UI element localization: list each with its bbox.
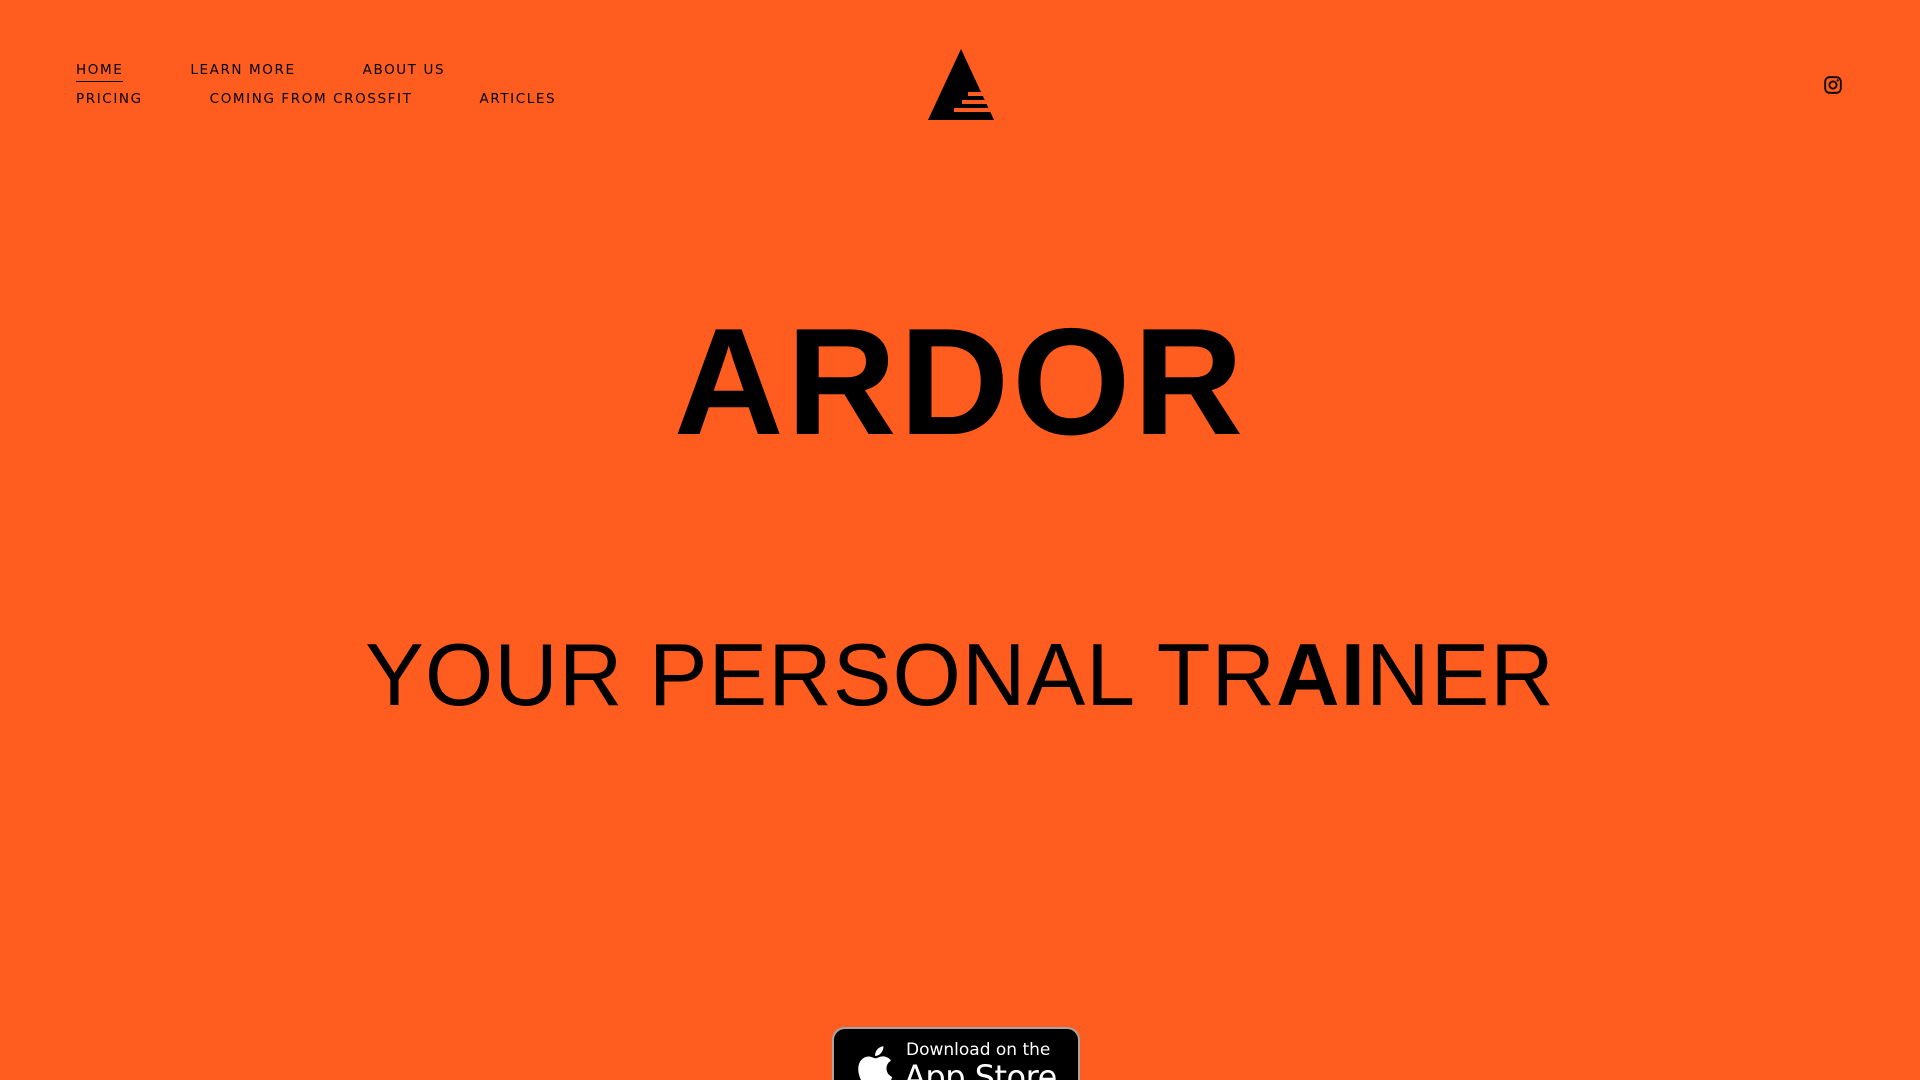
hero-title: ARDOR	[673, 297, 1247, 467]
tagline-ai-highlight: AI	[1276, 625, 1367, 724]
main-nav: HOME LEARN MORE ABOUT US PRICING COMING …	[76, 62, 636, 110]
stepped-triangle-logo-icon[interactable]	[928, 49, 994, 121]
nav-item-pricing[interactable]: PRICING	[76, 91, 143, 110]
instagram-icon[interactable]	[1824, 76, 1842, 94]
nav-item-home[interactable]: HOME	[76, 62, 124, 82]
nav-item-learn-more[interactable]: LEARN MORE	[190, 62, 295, 82]
app-store-line-2: App Store	[904, 1058, 1057, 1080]
tagline-part-1: YOUR PERSONAL TR	[365, 625, 1277, 724]
nav-item-coming-from-crossfit[interactable]: COMING FROM CROSSFIT	[210, 91, 413, 110]
nav-item-about-us[interactable]: ABOUT US	[363, 62, 446, 82]
hero-tagline: YOUR PERSONAL TRAINER	[0, 620, 1920, 730]
nav-item-articles[interactable]: ARTICLES	[479, 91, 556, 110]
tagline-part-2: NER	[1366, 625, 1555, 724]
app-store-button[interactable]: Download on the App Store	[832, 1027, 1080, 1080]
apple-icon	[852, 1042, 894, 1080]
